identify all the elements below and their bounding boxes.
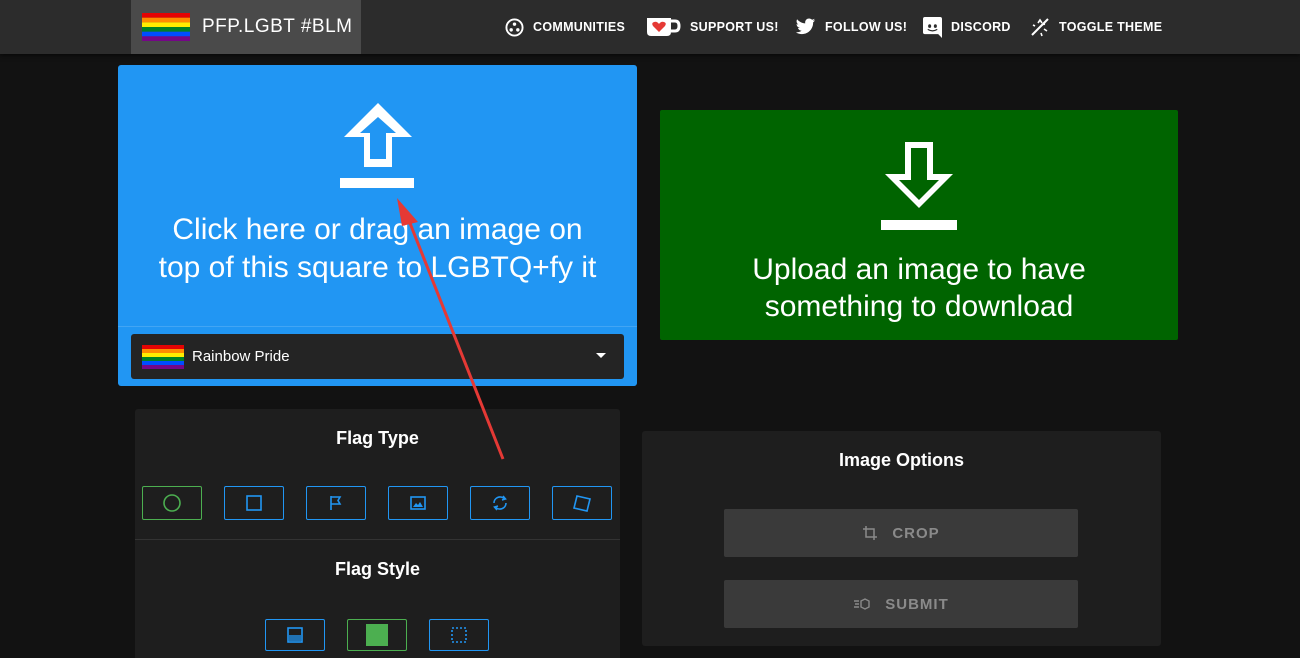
square-icon <box>246 495 262 511</box>
nav-support-label: SUPPORT US! <box>690 20 779 34</box>
nav-discord[interactable]: DISCORD <box>923 0 1011 54</box>
upload-dropzone[interactable]: Click here or drag an image on top of th… <box>118 65 637 386</box>
flag-type-rotate[interactable] <box>470 486 530 520</box>
download-arrow-icon <box>881 142 957 230</box>
gradient-icon <box>287 627 303 643</box>
solid-fill-icon <box>366 624 388 646</box>
flag-type-image[interactable] <box>388 486 448 520</box>
download-message-line1: Upload an image to have <box>752 253 1086 286</box>
crop-button[interactable]: CROP <box>724 509 1078 557</box>
nav-support[interactable]: SUPPORT US! <box>645 0 779 54</box>
rainbow-flag-icon <box>142 344 184 369</box>
flag-style-outline[interactable] <box>429 619 489 651</box>
flag-type-title: Flag Type <box>336 428 419 448</box>
nav-communities[interactable]: COMMUNITIES <box>505 0 625 54</box>
twitter-icon <box>795 18 816 35</box>
download-message-line2: something to download <box>764 290 1074 323</box>
flag-icon <box>330 496 342 510</box>
download-message: Upload an image to have something to dow… <box>660 251 1178 325</box>
flag-options-panel: Flag Type Flag Style <box>135 409 620 658</box>
flag-select-dropdown[interactable]: Rainbow Pride <box>131 334 624 379</box>
image-options-title: Image Options <box>838 450 964 470</box>
download-area[interactable]: Upload an image to have something to dow… <box>660 110 1178 340</box>
brand-title: PFP.LGBT #BLM <box>202 16 353 37</box>
discord-icon <box>923 16 942 38</box>
flag-type-circle[interactable] <box>142 486 202 520</box>
panel-divider <box>135 539 620 540</box>
communities-icon <box>505 17 524 37</box>
flag-style-gradient[interactable] <box>265 619 325 651</box>
image-icon <box>410 496 426 510</box>
theme-toggle-icon <box>1031 18 1049 37</box>
nav-communities-label: COMMUNITIES <box>533 20 626 34</box>
upload-divider <box>118 326 637 327</box>
flag-type-square[interactable] <box>224 486 284 520</box>
nav-follow-label: FOLLOW US! <box>825 20 908 34</box>
flag-type-flag[interactable] <box>306 486 366 520</box>
image-options-panel: Image Options CROP SUBMIT <box>642 431 1161 646</box>
crop-icon <box>863 526 878 540</box>
submit-button[interactable]: SUBMIT <box>724 580 1078 628</box>
submit-icon <box>854 598 870 610</box>
brand-home-link[interactable]: PFP.LGBT #BLM <box>131 0 361 54</box>
nav-toggle-theme-label: TOGGLE THEME <box>1059 20 1163 34</box>
chevron-down-icon <box>596 353 606 358</box>
flag-select-value: Rainbow Pride <box>192 348 290 365</box>
rotate-icon <box>493 495 507 511</box>
dotted-outline-icon <box>451 627 467 643</box>
upload-instructions-line1: Click here or drag an image on <box>172 213 583 246</box>
upload-instructions-line2: top of this square to LGBTQ+fy it <box>158 251 597 284</box>
crop-button-label: CROP <box>892 524 940 542</box>
rainbow-flag-icon <box>142 13 190 41</box>
upload-instructions: Click here or drag an image on top of th… <box>118 211 637 287</box>
flag-style-title: Flag Style <box>334 559 421 579</box>
submit-button-label: SUBMIT <box>885 595 949 613</box>
flag-type-tilted-square[interactable] <box>552 486 612 520</box>
nav-toggle-theme[interactable]: TOGGLE THEME <box>1030 0 1162 54</box>
circle-icon <box>163 494 181 512</box>
tilted-square-icon <box>573 495 591 512</box>
flag-style-solid[interactable] <box>347 619 407 651</box>
kofi-heart-icon <box>647 18 681 36</box>
upload-arrow-icon <box>340 103 414 188</box>
nav-follow[interactable]: FOLLOW US! <box>795 0 907 54</box>
nav-discord-label: DISCORD <box>951 20 1011 34</box>
top-navbar: PFP.LGBT #BLM COMMUNITIES SUPPORT US! FO… <box>0 0 1300 54</box>
